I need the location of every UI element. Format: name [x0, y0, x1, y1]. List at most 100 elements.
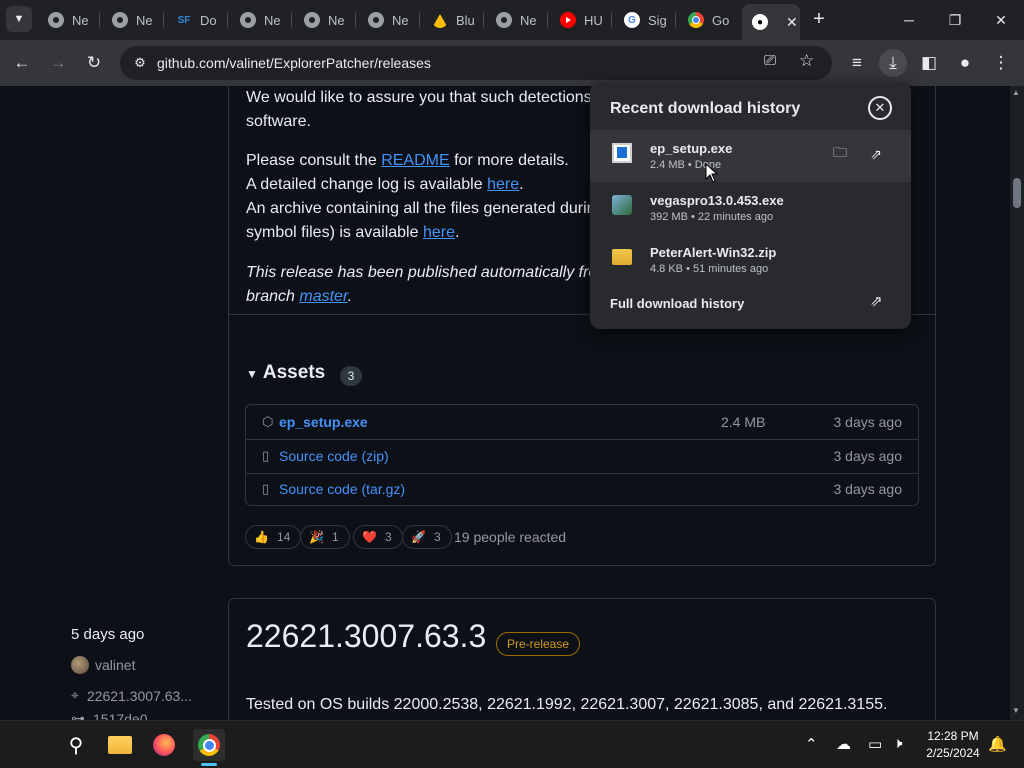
chrome-taskbar-icon[interactable] — [193, 729, 225, 761]
tab-close-icon[interactable]: ✕ — [786, 14, 798, 31]
download-name: PeterAlert-Win32.zip — [650, 245, 777, 260]
reaction-count: 1 — [331, 530, 339, 544]
release-title[interactable]: 22621.3007.63.3 — [246, 618, 486, 655]
windows-taskbar: ⚲ ⌃ ☁ ▭ 🕨 12:28 PM 2/25/2024 🔔 — [0, 720, 1024, 768]
profile-icon[interactable]: ● — [951, 49, 979, 77]
tab-youtube[interactable]: HU — [550, 6, 612, 34]
side-panel-icon[interactable]: ◧ — [915, 49, 943, 77]
assets-title: Assets — [262, 362, 326, 383]
asset-row: ▯ Source code (zip) 3 days ago — [246, 439, 918, 473]
scrollbar-thumb[interactable] — [1013, 178, 1021, 208]
tab-new-tab-6[interactable]: Ne — [486, 6, 548, 34]
chrome-icon — [48, 12, 64, 28]
asset-row: ▯ Source code (tar.gz) 3 days ago — [246, 472, 918, 506]
text: software. — [246, 113, 311, 130]
download-item[interactable]: PeterAlert-Win32.zip 4.8 KB • 51 minutes… — [590, 234, 911, 286]
paragraph-assurance: We would like to assure you that such de… — [246, 86, 592, 134]
open-external-icon[interactable]: ⇗ — [870, 292, 883, 310]
reading-list-icon[interactable]: ≡ — [843, 49, 871, 77]
page-scrollbar[interactable]: ▲ ▼ — [1010, 86, 1024, 720]
notification-bell-icon[interactable]: 🔔 — [988, 735, 1007, 753]
tab-sf[interactable]: SF Do — [166, 6, 228, 34]
active-app-indicator — [201, 763, 217, 766]
exe-file-icon — [612, 143, 632, 163]
close-icon[interactable]: ✕ — [868, 96, 892, 120]
back-arrow-icon[interactable]: ← — [8, 49, 36, 77]
tab-label: Blu — [456, 12, 475, 28]
download-item[interactable]: vegaspro13.0.453.exe 392 MB • 22 minutes… — [590, 182, 911, 234]
assets-table: ⬡ ep_setup.exe 2.4 MB 3 days ago ▯ Sourc… — [245, 404, 919, 506]
clock-date: 2/25/2024 — [926, 746, 980, 760]
tada-icon: 🎉 — [309, 530, 324, 544]
tab-github-active[interactable]: ● ✕ — [742, 4, 800, 40]
tab-drive[interactable]: Blu — [422, 6, 484, 34]
chrome-icon — [240, 12, 256, 28]
firefox-icon[interactable] — [148, 729, 180, 761]
close-window-icon[interactable]: ✕ — [986, 8, 1016, 32]
menu-kebab-icon[interactable]: ⋮ — [987, 49, 1015, 77]
master-branch-link[interactable]: master — [299, 288, 347, 305]
scroll-up-icon[interactable]: ▲ — [1012, 88, 1020, 97]
tab-google[interactable]: Go — [678, 6, 740, 34]
tab-new-tab-3[interactable]: Ne — [230, 6, 292, 34]
reaction-tada[interactable]: 🎉 1 — [300, 525, 350, 549]
tab-new-tab-2[interactable]: Ne — [102, 6, 164, 34]
tab-new-tab-5[interactable]: Ne — [358, 6, 420, 34]
show-in-folder-icon[interactable]: 🗀 — [830, 144, 850, 164]
file-explorer-icon[interactable] — [104, 729, 136, 761]
search-icon[interactable]: ⚲ — [60, 729, 92, 761]
scroll-down-icon[interactable]: ▼ — [1012, 706, 1020, 715]
open-external-icon[interactable]: ⇗ — [866, 144, 886, 164]
assets-toggle[interactable]: ▼ Assets — [246, 362, 325, 384]
commit-icon: ⊶ — [71, 710, 85, 720]
asset-link[interactable]: Source code (tar.gz) — [279, 481, 405, 497]
text: branch — [246, 288, 300, 305]
url-text[interactable]: github.com/valinet/ExplorerPatcher/relea… — [157, 55, 431, 71]
display-icon[interactable]: ▭ — [868, 735, 882, 753]
tab-new-tab-4[interactable]: Ne — [294, 6, 356, 34]
changelog-link[interactable]: here — [487, 176, 519, 193]
paragraph-details: Please consult the README for more detai… — [246, 149, 596, 245]
new-tab-button[interactable]: + — [808, 8, 830, 30]
download-item[interactable]: ep_setup.exe 2.4 MB • Done 🗀 ⇗ — [590, 130, 911, 182]
network-drive-icon[interactable]: ☁ — [836, 735, 851, 753]
chrome-icon — [112, 12, 128, 28]
commit-hash: 1517de0 — [93, 710, 148, 721]
reaction-rocket[interactable]: 🚀 3 — [402, 525, 452, 549]
full-download-history-link[interactable]: Full download history — [610, 296, 744, 311]
author-name: valinet — [95, 657, 136, 673]
tab-label: Ne — [72, 12, 89, 28]
tab-google-signin[interactable]: G Sig — [614, 6, 676, 34]
reaction-thumbs-up[interactable]: 👍 14 — [245, 525, 302, 549]
downloads-icon[interactable]: ⤓ — [879, 49, 907, 77]
system-clock[interactable]: 12:28 PM 2/25/2024 — [914, 728, 992, 762]
tab-new-tab-1[interactable]: Ne — [38, 6, 100, 34]
archive-link[interactable]: here — [423, 224, 455, 241]
forward-arrow-icon[interactable]: → — [44, 49, 72, 77]
asset-link[interactable]: Source code (zip) — [279, 448, 389, 464]
download-meta: 4.8 KB • 51 minutes ago — [650, 263, 769, 275]
reload-icon[interactable]: ↻ — [80, 49, 108, 77]
download-name: vegaspro13.0.453.exe — [650, 193, 784, 208]
install-app-icon[interactable]: ⎚ — [764, 52, 776, 69]
release-author[interactable]: valinet — [71, 656, 135, 674]
paragraph-published: This release has been published automati… — [246, 261, 606, 309]
readme-link[interactable]: README — [381, 152, 449, 169]
release-tag[interactable]: ⌖ 22621.3007.63... — [71, 687, 192, 704]
tag-icon: ⌖ — [71, 687, 79, 703]
clock-time: 12:28 PM — [927, 729, 979, 743]
site-info-icon[interactable]: ⚙ — [130, 53, 150, 73]
asset-row: ⬡ ep_setup.exe 2.4 MB 3 days ago — [246, 405, 918, 439]
tab-search-dropdown-icon[interactable]: ▼ — [6, 6, 32, 32]
reaction-heart[interactable]: ❤️ 3 — [353, 525, 403, 549]
assets-count-badge: 3 — [340, 366, 362, 386]
volume-muted-icon[interactable]: 🕨 — [893, 735, 902, 752]
asset-link[interactable]: ep_setup.exe — [279, 414, 368, 430]
tab-label: Ne — [328, 12, 345, 28]
bookmark-star-icon[interactable]: ☆ — [799, 51, 814, 71]
minimize-icon[interactable]: ─ — [894, 8, 924, 32]
restore-icon[interactable]: ❐ — [940, 8, 970, 32]
release-commit[interactable]: ⊶ 1517de0 — [71, 710, 148, 720]
chevron-up-icon[interactable]: ⌃ — [805, 735, 818, 753]
address-bar[interactable]: ⚙ github.com/valinet/ExplorerPatcher/rel… — [120, 46, 832, 80]
